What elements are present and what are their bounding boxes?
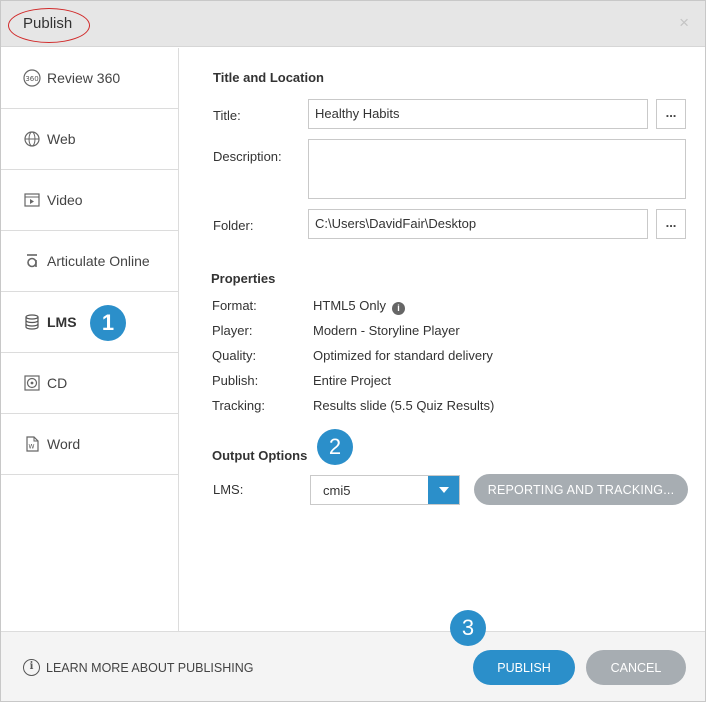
step-1-badge: 1 (90, 305, 126, 341)
player-label: Player: (212, 323, 253, 338)
sidebar-item-video[interactable]: Video (1, 170, 178, 231)
description-field[interactable] (308, 139, 686, 199)
publish-settings-panel: Title and Location Title: Healthy Habits… (180, 48, 705, 631)
player-value: Modern - Storyline Player (313, 323, 460, 338)
cd-icon (23, 374, 41, 392)
articulate-online-icon (23, 252, 41, 270)
step-2-badge: 2 (317, 429, 353, 465)
tracking-value: Results slide (5.5 Quiz Results) (313, 398, 495, 413)
sidebar-item-label: Review 360 (47, 70, 121, 86)
properties-heading: Properties (211, 271, 276, 286)
description-label: Description: (213, 149, 282, 164)
title-field[interactable]: Healthy Habits (308, 99, 648, 129)
lms-selected-value: cmi5 (323, 483, 351, 498)
svg-text:360: 360 (25, 75, 38, 83)
publish-target-sidebar: 360 Review 360 Web Video Articulate Onli… (1, 48, 179, 631)
chevron-down-icon[interactable] (428, 476, 459, 504)
publish-dialog: Publish × 360 Review 360 Web Video Artic… (0, 0, 706, 702)
dialog-footer: i LEARN MORE ABOUT PUBLISHING 3 PUBLISH … (1, 610, 705, 701)
title-options-button[interactable]: ... (656, 99, 686, 129)
sidebar-item-label: Web (47, 131, 76, 147)
video-icon (23, 191, 41, 209)
format-value: HTML5 Only i (313, 298, 405, 315)
title-label: Title: (213, 108, 241, 123)
title-location-heading: Title and Location (213, 70, 324, 85)
reporting-tracking-button[interactable]: REPORTING AND TRACKING... (474, 474, 688, 505)
sidebar-item-word[interactable]: W Word (1, 414, 178, 475)
sidebar-item-label: LMS (47, 314, 77, 330)
sidebar-item-web[interactable]: Web (1, 109, 178, 170)
learn-more-link[interactable]: i LEARN MORE ABOUT PUBLISHING (23, 659, 253, 676)
info-circle-icon: i (23, 659, 40, 676)
title-bar: Publish × (1, 1, 705, 47)
sidebar-item-cd[interactable]: CD (1, 353, 178, 414)
output-options-heading: Output Options (212, 448, 308, 463)
folder-label: Folder: (213, 218, 254, 233)
sidebar-item-label: Video (47, 192, 83, 208)
sidebar-item-label: CD (47, 375, 68, 391)
tracking-label: Tracking: (212, 398, 265, 413)
info-icon[interactable]: i (391, 302, 405, 315)
publish-scope-value: Entire Project (313, 373, 392, 388)
publish-scope-label: Publish: (212, 373, 259, 388)
sidebar-item-label: Word (47, 436, 81, 452)
lms-label: LMS: (213, 482, 244, 497)
format-value-text: HTML5 Only (313, 298, 386, 313)
word-document-icon: W (23, 435, 41, 453)
svg-text:W: W (29, 444, 35, 451)
publish-button[interactable]: PUBLISH (473, 650, 575, 685)
sidebar-item-articulate-online[interactable]: Articulate Online (1, 231, 178, 292)
dialog-title: Publish (23, 15, 73, 32)
close-icon[interactable]: × (679, 13, 689, 33)
quality-value: Optimized for standard delivery (313, 348, 493, 363)
cancel-button[interactable]: CANCEL (586, 650, 686, 685)
review-360-icon: 360 (23, 69, 41, 87)
sidebar-item-lms[interactable]: LMS 1 (1, 292, 178, 353)
folder-field[interactable]: C:\Users\DavidFair\Desktop (308, 209, 648, 239)
learn-more-text: LEARN MORE ABOUT PUBLISHING (46, 660, 254, 675)
database-icon (23, 313, 41, 331)
globe-icon (23, 130, 41, 148)
sidebar-item-label: Articulate Online (47, 253, 150, 269)
folder-browse-button[interactable]: ... (656, 209, 686, 239)
format-label: Format: (212, 298, 257, 313)
step-3-badge: 3 (450, 610, 486, 646)
sidebar-item-review-360[interactable]: 360 Review 360 (1, 48, 178, 109)
lms-select[interactable]: cmi5 (310, 475, 460, 505)
quality-label: Quality: (212, 348, 257, 363)
